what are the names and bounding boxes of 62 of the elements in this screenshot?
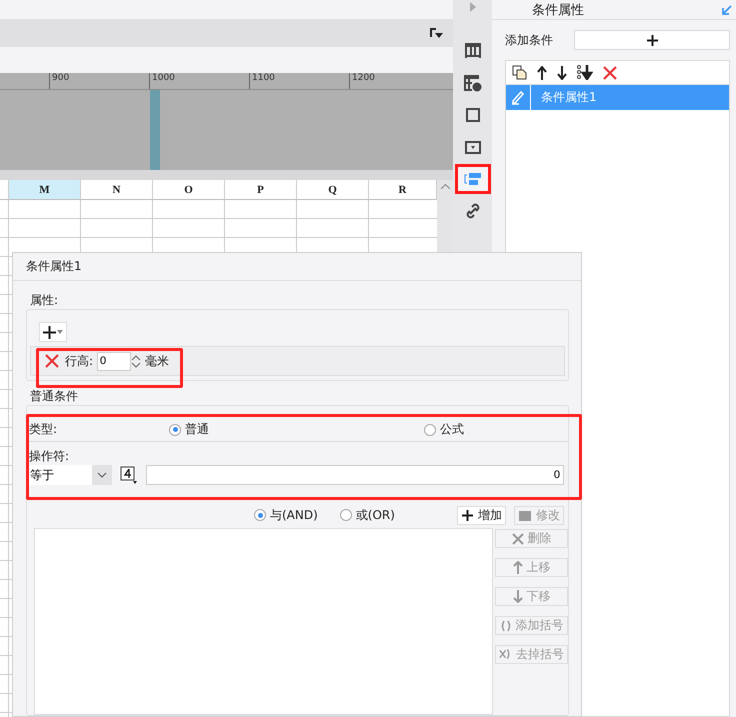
copy-icon[interactable]: [512, 65, 527, 80]
ruler-label: 1000: [149, 73, 249, 89]
delete-icon[interactable]: [603, 66, 617, 80]
plus-icon: [646, 34, 658, 46]
arrow-up-icon[interactable]: [537, 66, 547, 80]
close-icon: [512, 532, 524, 544]
unit-label: 毫米: [145, 352, 170, 370]
operator-dropdown[interactable]: 等于: [29, 465, 112, 485]
action-button[interactable]: 增加: [457, 506, 506, 524]
column-header[interactable]: O: [153, 180, 225, 200]
dropdown-icon: [464, 140, 480, 154]
add-property-button[interactable]: [39, 322, 67, 342]
collapse-arrow-icon[interactable]: [722, 4, 732, 14]
add-condition-label: 添加条件: [505, 32, 553, 48]
format-dropdown-icon[interactable]: [430, 28, 443, 38]
pencil-icon: [510, 90, 526, 105]
table-info-icon: [464, 74, 482, 92]
square-icon: [464, 107, 480, 123]
ruler-label: 900: [49, 73, 149, 89]
common-condition-label: 普通条件: [30, 388, 79, 404]
condition-name: 条件属性1: [541, 89, 597, 106]
column-header[interactable]: Q: [297, 180, 369, 200]
grid-icon: [464, 43, 480, 59]
dialog-title: 条件属性1: [26, 258, 82, 275]
operator-label: 操作符:: [29, 448, 70, 464]
radio-dot[interactable]: [424, 424, 436, 436]
logic-radio[interactable]: 或(OR): [340, 506, 395, 524]
ruler-label: 1200: [349, 73, 449, 89]
move-bottom-icon[interactable]: [577, 65, 593, 80]
type-label: 类型:: [29, 421, 58, 438]
radio-dot[interactable]: [169, 424, 181, 436]
remove-property-button[interactable]: [43, 352, 61, 370]
radio-dot[interactable]: [254, 509, 266, 521]
parentheses-icon: [499, 648, 512, 661]
radio-dot[interactable]: [340, 509, 352, 521]
type-radio[interactable]: 公式: [424, 421, 464, 438]
arrow-down-icon[interactable]: [557, 66, 567, 80]
spinner-arrows-icon[interactable]: [131, 354, 142, 368]
value-field[interactable]: 0: [146, 465, 564, 485]
property-label: 行高:: [65, 352, 94, 370]
column-header[interactable]: R: [369, 180, 437, 200]
value-type-button[interactable]: [120, 466, 138, 484]
caret-icon: [57, 330, 63, 334]
type-radio[interactable]: 普通: [169, 421, 209, 438]
column-header[interactable]: M: [9, 180, 81, 200]
column-header[interactable]: N: [81, 180, 153, 200]
chevron-up-icon: [440, 184, 450, 189]
attributes-label: 属性:: [30, 292, 60, 308]
column-header[interactable]: P: [225, 180, 297, 200]
plus-icon: [43, 326, 56, 338]
panel-title: 条件属性: [532, 2, 584, 18]
side-tab[interactable]: [456, 166, 488, 192]
chevron-down-icon: [97, 472, 107, 478]
link-icon: [464, 203, 480, 219]
logic-radio[interactable]: 与(AND): [254, 506, 318, 524]
arrow-up-icon: [512, 561, 522, 574]
ruler-label: 1100: [249, 73, 349, 89]
arrow-down-icon: [512, 590, 522, 603]
condition-icon: [464, 172, 482, 186]
plus-icon: [461, 508, 474, 522]
number-field[interactable]: 0: [97, 352, 132, 370]
parentheses-icon: [500, 620, 512, 632]
